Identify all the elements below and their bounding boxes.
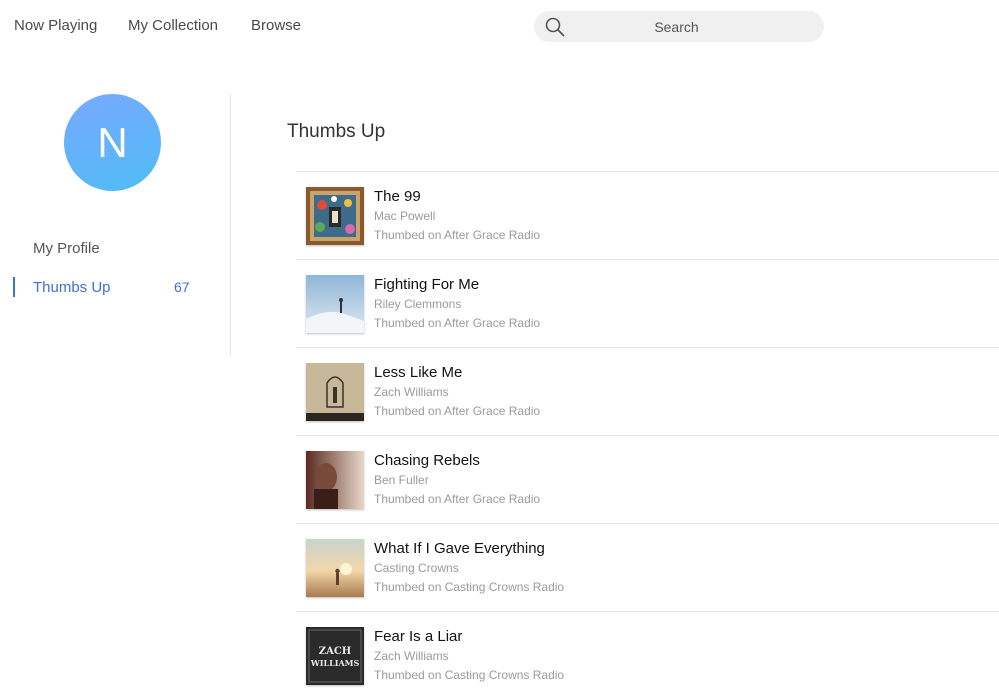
album-art-text-line2: WILLIAMS	[310, 658, 360, 668]
track-artist[interactable]: Ben Fuller	[374, 473, 429, 487]
track-artist[interactable]: Zach Williams	[374, 649, 449, 663]
track-title[interactable]: Less Like Me	[374, 364, 462, 381]
search-input[interactable]	[574, 11, 779, 42]
avatar-letter: N	[97, 118, 128, 166]
thumbs-up-count: 67	[174, 279, 190, 295]
top-navigation: Now Playing My Collection Browse	[0, 0, 999, 52]
track-title[interactable]: What If I Gave Everything	[374, 540, 545, 557]
track-title[interactable]: Fighting For Me	[374, 276, 479, 293]
track-source: Thumbed on After Grace Radio	[374, 316, 541, 330]
track-row[interactable]: ZACH WILLIAMS Fear Is a Liar Zach Willia…	[296, 611, 999, 699]
track-source: Thumbed on Casting Crowns Radio	[374, 580, 565, 594]
track-artist[interactable]: Zach Williams	[374, 385, 449, 399]
search-icon[interactable]	[544, 16, 566, 38]
album-art-text-line1: ZACH	[319, 646, 351, 657]
avatar[interactable]: N	[64, 94, 161, 191]
nav-now-playing[interactable]: Now Playing	[14, 17, 97, 34]
track-source: Thumbed on After Grace Radio	[374, 404, 541, 418]
track-row[interactable]: What If I Gave Everything Casting Crowns…	[296, 523, 999, 611]
track-row[interactable]: The 99 Mac Powell Thumbed on After Grace…	[296, 171, 999, 259]
album-art	[306, 275, 364, 333]
track-title[interactable]: The 99	[374, 188, 421, 205]
album-art	[306, 187, 364, 245]
nav-browse[interactable]: Browse	[251, 17, 301, 34]
track-list: The 99 Mac Powell Thumbed on After Grace…	[296, 171, 999, 699]
album-art	[306, 363, 364, 421]
page-title: Thumbs Up	[287, 121, 386, 142]
album-art	[306, 451, 364, 509]
track-row[interactable]: Chasing Rebels Ben Fuller Thumbed on Aft…	[296, 435, 999, 523]
track-source: Thumbed on Casting Crowns Radio	[374, 668, 565, 682]
search-bar[interactable]	[534, 11, 824, 42]
track-title[interactable]: Fear Is a Liar	[374, 628, 462, 645]
track-row[interactable]: Fighting For Me Riley Clemmons Thumbed o…	[296, 259, 999, 347]
sidebar-item-my-profile[interactable]: My Profile	[33, 240, 100, 257]
active-indicator	[13, 277, 15, 297]
sidebar-divider	[230, 94, 231, 356]
sidebar-item-thumbs-up[interactable]: Thumbs Up	[33, 279, 111, 296]
album-art	[306, 539, 364, 597]
track-artist[interactable]: Riley Clemmons	[374, 297, 461, 311]
album-art: ZACH WILLIAMS	[306, 627, 364, 685]
nav-my-collection[interactable]: My Collection	[128, 17, 218, 34]
track-title[interactable]: Chasing Rebels	[374, 452, 480, 469]
track-artist[interactable]: Casting Crowns	[374, 561, 459, 575]
track-source: Thumbed on After Grace Radio	[374, 492, 541, 506]
track-source: Thumbed on After Grace Radio	[374, 228, 541, 242]
track-row[interactable]: Less Like Me Zach Williams Thumbed on Af…	[296, 347, 999, 435]
track-artist[interactable]: Mac Powell	[374, 209, 435, 223]
